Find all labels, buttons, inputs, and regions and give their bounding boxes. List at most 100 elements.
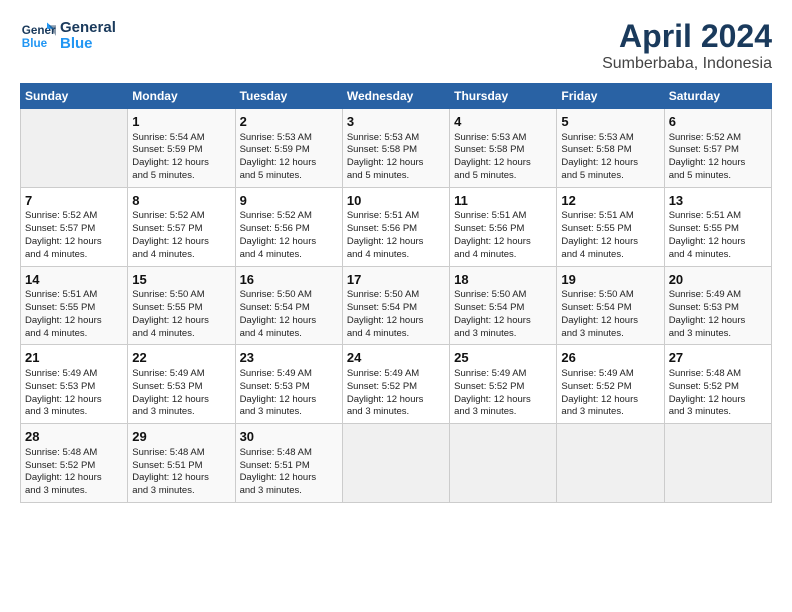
day-cell: 11Sunrise: 5:51 AMSunset: 5:56 PMDayligh… bbox=[450, 187, 557, 266]
day-info-line: and 4 minutes. bbox=[240, 328, 338, 341]
day-info-line: Daylight: 12 hours bbox=[132, 157, 230, 170]
day-info-line: Sunrise: 5:49 AM bbox=[669, 289, 767, 302]
logo: General Blue General Blue bbox=[20, 18, 116, 54]
week-row-2: 7Sunrise: 5:52 AMSunset: 5:57 PMDaylight… bbox=[21, 187, 772, 266]
day-cell: 10Sunrise: 5:51 AMSunset: 5:56 PMDayligh… bbox=[342, 187, 449, 266]
day-cell: 18Sunrise: 5:50 AMSunset: 5:54 PMDayligh… bbox=[450, 266, 557, 345]
day-number: 18 bbox=[454, 271, 552, 289]
day-number: 13 bbox=[669, 192, 767, 210]
day-info-line: Daylight: 12 hours bbox=[454, 315, 552, 328]
day-info-line: Sunrise: 5:51 AM bbox=[347, 210, 445, 223]
day-info-line: Sunset: 5:53 PM bbox=[669, 302, 767, 315]
day-cell bbox=[450, 424, 557, 503]
col-header-saturday: Saturday bbox=[664, 84, 771, 109]
day-info-line: Sunset: 5:55 PM bbox=[561, 223, 659, 236]
day-cell bbox=[664, 424, 771, 503]
day-number: 8 bbox=[132, 192, 230, 210]
day-info-line: and 3 minutes. bbox=[25, 406, 123, 419]
day-cell: 19Sunrise: 5:50 AMSunset: 5:54 PMDayligh… bbox=[557, 266, 664, 345]
day-info-line: Daylight: 12 hours bbox=[25, 236, 123, 249]
day-info-line: and 3 minutes. bbox=[132, 406, 230, 419]
day-info-line: Sunrise: 5:48 AM bbox=[669, 368, 767, 381]
day-info-line: Sunset: 5:55 PM bbox=[25, 302, 123, 315]
day-info-line: and 4 minutes. bbox=[132, 249, 230, 262]
day-info-line: Sunset: 5:52 PM bbox=[347, 381, 445, 394]
day-cell: 20Sunrise: 5:49 AMSunset: 5:53 PMDayligh… bbox=[664, 266, 771, 345]
day-info-line: Sunrise: 5:48 AM bbox=[132, 447, 230, 460]
day-info-line: and 4 minutes. bbox=[561, 249, 659, 262]
day-info-line: Daylight: 12 hours bbox=[669, 157, 767, 170]
day-info-line: Daylight: 12 hours bbox=[25, 472, 123, 485]
day-number: 25 bbox=[454, 349, 552, 367]
day-info-line: and 3 minutes. bbox=[240, 406, 338, 419]
day-info-line: Sunset: 5:56 PM bbox=[454, 223, 552, 236]
day-number: 20 bbox=[669, 271, 767, 289]
day-info-line: Sunrise: 5:52 AM bbox=[25, 210, 123, 223]
day-info-line: and 4 minutes. bbox=[25, 249, 123, 262]
day-cell: 27Sunrise: 5:48 AMSunset: 5:52 PMDayligh… bbox=[664, 345, 771, 424]
day-cell bbox=[557, 424, 664, 503]
day-number: 11 bbox=[454, 192, 552, 210]
day-info-line: Sunrise: 5:48 AM bbox=[240, 447, 338, 460]
week-row-1: 1Sunrise: 5:54 AMSunset: 5:59 PMDaylight… bbox=[21, 109, 772, 188]
day-info-line: Sunset: 5:53 PM bbox=[25, 381, 123, 394]
day-info-line: Daylight: 12 hours bbox=[347, 394, 445, 407]
day-info-line: and 4 minutes. bbox=[347, 249, 445, 262]
day-number: 2 bbox=[240, 113, 338, 131]
day-info-line: Sunset: 5:57 PM bbox=[669, 144, 767, 157]
col-header-wednesday: Wednesday bbox=[342, 84, 449, 109]
day-number: 29 bbox=[132, 428, 230, 446]
title-block: April 2024 Sumberbaba, Indonesia bbox=[602, 18, 772, 73]
calendar-title: April 2024 bbox=[602, 18, 772, 55]
day-info-line: Sunset: 5:53 PM bbox=[132, 381, 230, 394]
day-info-line: Sunset: 5:52 PM bbox=[669, 381, 767, 394]
day-info-line: and 4 minutes. bbox=[240, 249, 338, 262]
day-cell: 5Sunrise: 5:53 AMSunset: 5:58 PMDaylight… bbox=[557, 109, 664, 188]
day-cell: 1Sunrise: 5:54 AMSunset: 5:59 PMDaylight… bbox=[128, 109, 235, 188]
day-info-line: Sunrise: 5:50 AM bbox=[240, 289, 338, 302]
day-number: 3 bbox=[347, 113, 445, 131]
day-info-line: Daylight: 12 hours bbox=[132, 315, 230, 328]
day-info-line: Sunrise: 5:53 AM bbox=[347, 132, 445, 145]
day-cell: 17Sunrise: 5:50 AMSunset: 5:54 PMDayligh… bbox=[342, 266, 449, 345]
col-header-sunday: Sunday bbox=[21, 84, 128, 109]
day-cell: 26Sunrise: 5:49 AMSunset: 5:52 PMDayligh… bbox=[557, 345, 664, 424]
day-info-line: and 3 minutes. bbox=[561, 406, 659, 419]
day-cell: 22Sunrise: 5:49 AMSunset: 5:53 PMDayligh… bbox=[128, 345, 235, 424]
day-cell: 8Sunrise: 5:52 AMSunset: 5:57 PMDaylight… bbox=[128, 187, 235, 266]
day-info-line: Sunrise: 5:52 AM bbox=[240, 210, 338, 223]
day-info-line: Sunset: 5:56 PM bbox=[240, 223, 338, 236]
day-info-line: and 5 minutes. bbox=[561, 170, 659, 183]
day-info-line: Sunset: 5:59 PM bbox=[132, 144, 230, 157]
day-number: 7 bbox=[25, 192, 123, 210]
day-number: 28 bbox=[25, 428, 123, 446]
day-info-line: and 5 minutes. bbox=[240, 170, 338, 183]
day-info-line: and 3 minutes. bbox=[25, 485, 123, 498]
header-row: SundayMondayTuesdayWednesdayThursdayFrid… bbox=[21, 84, 772, 109]
col-header-friday: Friday bbox=[557, 84, 664, 109]
day-info-line: Sunrise: 5:51 AM bbox=[669, 210, 767, 223]
day-number: 15 bbox=[132, 271, 230, 289]
day-info-line: Sunset: 5:55 PM bbox=[132, 302, 230, 315]
day-info-line: and 5 minutes. bbox=[132, 170, 230, 183]
day-info-line: and 4 minutes. bbox=[669, 249, 767, 262]
day-info-line: Daylight: 12 hours bbox=[240, 394, 338, 407]
day-info-line: and 5 minutes. bbox=[454, 170, 552, 183]
day-info-line: Sunrise: 5:51 AM bbox=[25, 289, 123, 302]
day-info-line: Daylight: 12 hours bbox=[240, 315, 338, 328]
day-info-line: Daylight: 12 hours bbox=[25, 315, 123, 328]
day-info-line: Sunrise: 5:49 AM bbox=[240, 368, 338, 381]
day-info-line: Sunrise: 5:53 AM bbox=[454, 132, 552, 145]
calendar-subtitle: Sumberbaba, Indonesia bbox=[602, 55, 772, 73]
svg-text:Blue: Blue bbox=[22, 37, 48, 50]
day-info-line: and 3 minutes. bbox=[561, 328, 659, 341]
day-number: 5 bbox=[561, 113, 659, 131]
day-info-line: Sunset: 5:59 PM bbox=[240, 144, 338, 157]
day-info-line: Daylight: 12 hours bbox=[454, 157, 552, 170]
day-info-line: Sunrise: 5:50 AM bbox=[561, 289, 659, 302]
day-info-line: Sunrise: 5:49 AM bbox=[454, 368, 552, 381]
day-cell: 4Sunrise: 5:53 AMSunset: 5:58 PMDaylight… bbox=[450, 109, 557, 188]
day-info-line: Sunrise: 5:53 AM bbox=[240, 132, 338, 145]
day-info-line: Daylight: 12 hours bbox=[669, 236, 767, 249]
day-info-line: Daylight: 12 hours bbox=[240, 157, 338, 170]
